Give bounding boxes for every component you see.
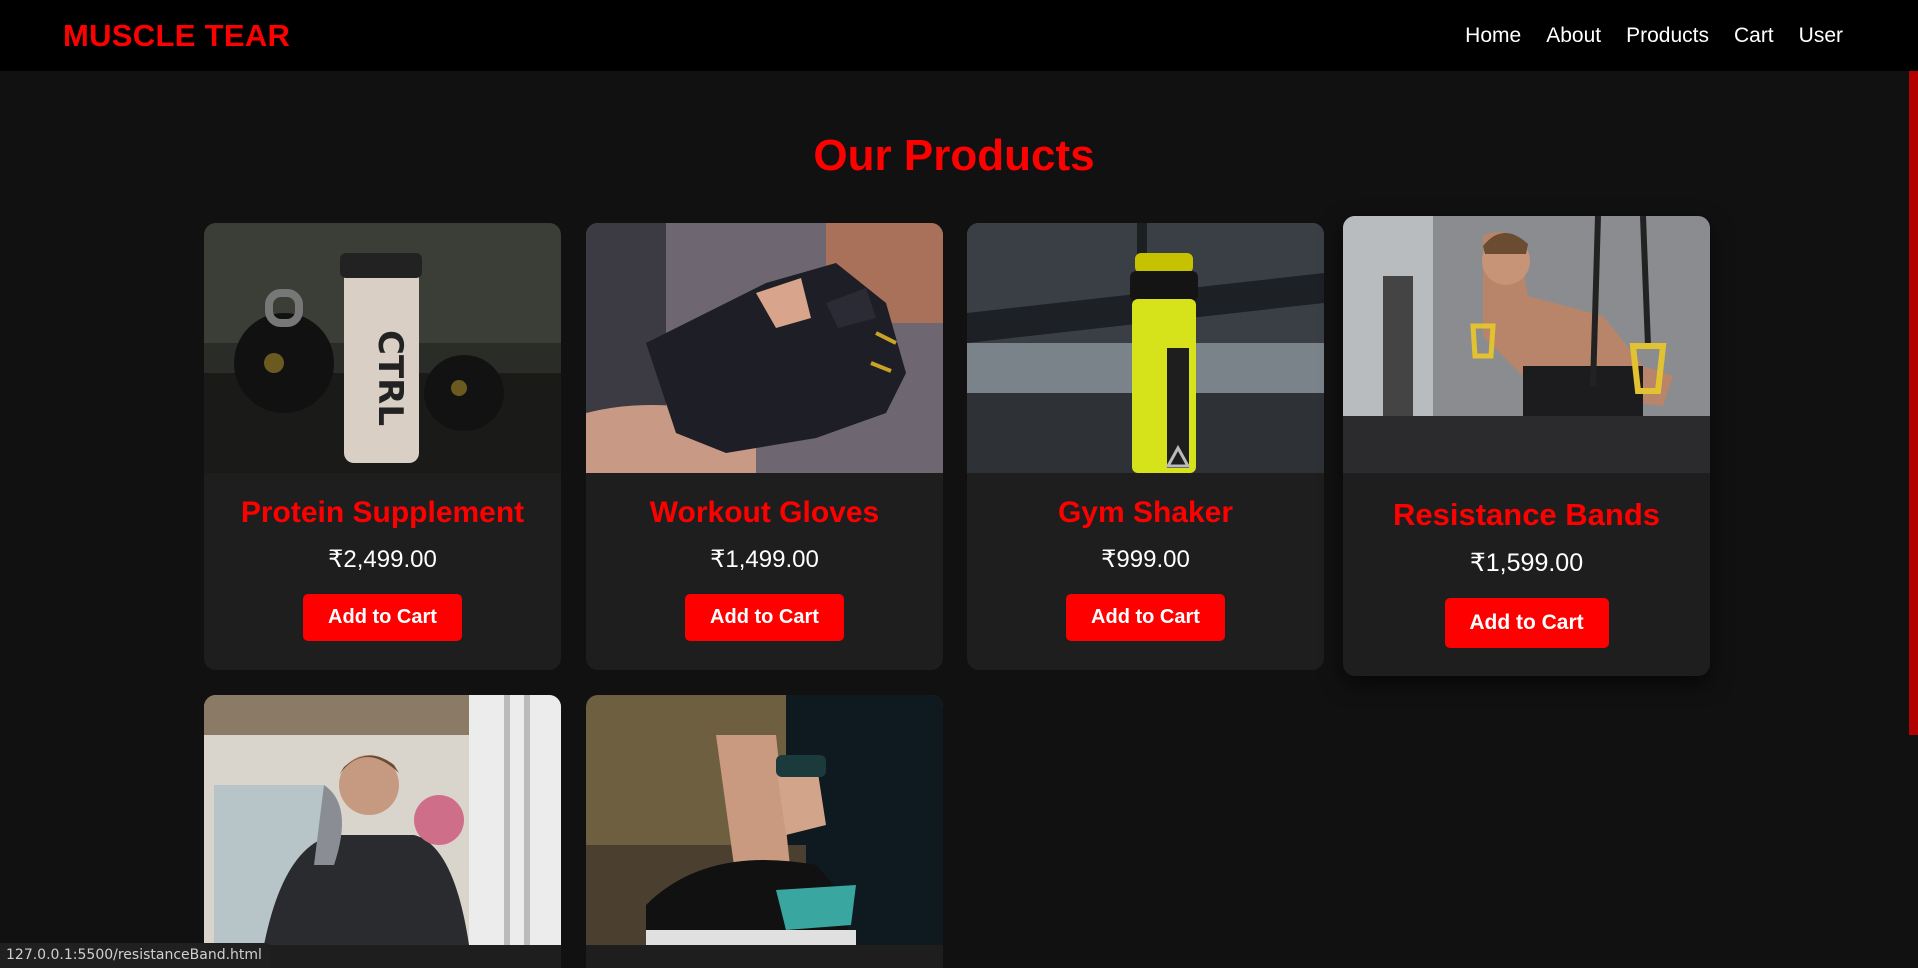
product-card-5 — [204, 695, 561, 968]
nav-link-user[interactable]: User — [1799, 24, 1843, 48]
product-title[interactable]: Protein Supplement — [204, 496, 561, 530]
brand-logo[interactable]: MUSCLE TEAR — [63, 18, 290, 54]
product-card-protein-supplement: CTRL Protein Supplement ₹2,499.00 Add to… — [204, 223, 561, 670]
scrollbar-track[interactable] — [1909, 735, 1918, 968]
product-image-protein-supplement[interactable]: CTRL — [204, 223, 561, 473]
product-price: ₹1,599.00 — [1469, 549, 1584, 577]
add-to-cart-button[interactable]: Add to Cart — [1066, 594, 1225, 641]
product-price: ₹1,499.00 — [710, 546, 819, 573]
add-to-cart-button[interactable]: Add to Cart — [303, 594, 462, 641]
nav-link-products[interactable]: Products — [1626, 24, 1709, 48]
product-card-resistance-bands: Resistance Bands ₹1,599.00 Add to Cart — [1343, 216, 1710, 676]
nav-link-about[interactable]: About — [1546, 24, 1601, 48]
scrollbar-thumb[interactable] — [1909, 71, 1918, 735]
product-title[interactable]: Resistance Bands — [1343, 497, 1710, 533]
product-title[interactable]: Workout Gloves — [586, 496, 943, 530]
product-price: ₹2,499.00 — [328, 546, 437, 573]
product-image-5[interactable] — [204, 695, 561, 945]
svg-text:CTRL: CTRL — [370, 330, 410, 426]
product-title[interactable]: Gym Shaker — [967, 496, 1324, 530]
product-card-workout-gloves: Workout Gloves ₹1,499.00 Add to Cart — [586, 223, 943, 670]
nav-link-home[interactable]: Home — [1465, 24, 1521, 48]
nav-links: Home About Products Cart User — [1465, 24, 1843, 48]
product-image-6[interactable] — [586, 695, 943, 945]
product-image-gym-shaker[interactable] — [967, 223, 1324, 473]
status-bar-url: 127.0.0.1:5500/resistanceBand.html — [0, 943, 270, 968]
nav-link-cart[interactable]: Cart — [1734, 24, 1774, 48]
add-to-cart-button[interactable]: Add to Cart — [685, 594, 844, 641]
product-card-6 — [586, 695, 943, 968]
navbar: MUSCLE TEAR Home About Products Cart Use… — [0, 0, 1918, 71]
product-image-resistance-bands[interactable] — [1343, 216, 1710, 473]
product-card-gym-shaker: Gym Shaker ₹999.00 Add to Cart — [967, 223, 1324, 670]
page-title: Our Products — [813, 131, 1095, 180]
product-price: ₹999.00 — [1101, 546, 1190, 573]
product-image-workout-gloves[interactable] — [586, 223, 943, 473]
add-to-cart-button[interactable]: Add to Cart — [1444, 598, 1609, 648]
